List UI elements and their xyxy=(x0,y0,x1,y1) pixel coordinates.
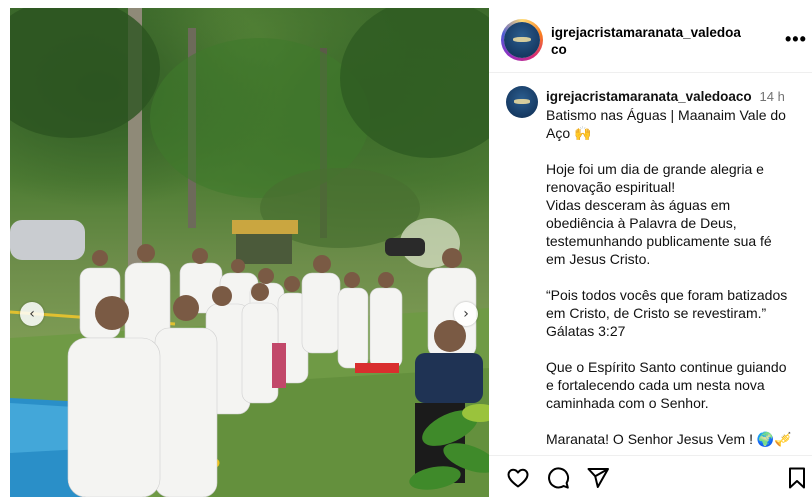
post-header: igrejacristamaranata_valedoa co ••• xyxy=(489,8,812,73)
caption-line: Hoje foi um dia de grande alegria e xyxy=(546,161,764,177)
caption-line: em Cristo, de Cristo se revestiram.” xyxy=(546,305,767,321)
caption-line: Maranata! O Senhor Jesus Vem ! 🌍🎺 xyxy=(546,431,792,447)
like-button[interactable] xyxy=(506,466,530,490)
caption-paragraph: “Pois todos vocês que foram batizados em… xyxy=(546,286,804,340)
caption-line: Batismo nas Águas | Maanaim Vale do xyxy=(546,107,786,123)
caption-area: igrejacristamaranata_valedoaco 14 h Bati… xyxy=(489,74,812,454)
caption-avatar[interactable] xyxy=(506,86,538,118)
caption-text: Batismo nas Águas | Maanaim Vale do Aço … xyxy=(546,106,804,448)
instagram-post-frame: ‹ › igrejacristamaranata_valedoa co ••• … xyxy=(0,0,812,497)
photo-scene xyxy=(10,8,489,497)
caption-line: em Jesus Cristo. xyxy=(546,251,651,267)
caption-line: caminhada com o Senhor. xyxy=(546,395,709,411)
caption-paragraph: Maranata! O Senhor Jesus Vem ! 🌍🎺 xyxy=(546,430,804,448)
action-bar xyxy=(489,455,812,497)
caption-paragraph: Que o Espírito Santo continue guiando e … xyxy=(546,358,804,412)
comment-button[interactable] xyxy=(546,466,570,490)
post-side-panel: igrejacristamaranata_valedoa co ••• igre… xyxy=(489,8,812,497)
caption-body: igrejacristamaranata_valedoaco 14 h Bati… xyxy=(546,87,804,454)
bookmark-icon xyxy=(789,467,805,489)
share-button[interactable] xyxy=(586,466,610,490)
header-username-line2: co xyxy=(551,42,567,57)
caption-line: obediência à Palavra de Deus, xyxy=(546,215,737,231)
caption-line: Aço 🙌 xyxy=(546,125,592,141)
caption-line: “Pois todos vocês que foram batizados xyxy=(546,287,788,303)
header-username[interactable]: igrejacristamaranata_valedoa co xyxy=(551,24,751,58)
avatar xyxy=(504,22,540,58)
caption-line: Que o Espírito Santo continue guiando xyxy=(546,359,787,375)
caption-line: e fortalecendo cada um nesta nova xyxy=(546,377,765,393)
caption-username[interactable]: igrejacristamaranata_valedoaco xyxy=(546,89,752,104)
caption-line: Gálatas 3:27 xyxy=(546,323,626,339)
post-time[interactable]: 14 h xyxy=(760,89,785,104)
caption-line: renovação espiritual! xyxy=(546,179,676,195)
header-username-line1: igrejacristamaranata_valedoa xyxy=(551,25,741,40)
more-options-button[interactable]: ••• xyxy=(785,29,807,49)
more-icon: ••• xyxy=(785,29,807,49)
post-photo[interactable]: ‹ › xyxy=(10,8,489,497)
caption-line: testemunhando publicamente sua fé xyxy=(546,233,772,249)
save-button[interactable] xyxy=(785,466,809,490)
caption-head: igrejacristamaranata_valedoaco 14 h xyxy=(546,87,804,106)
heart-icon xyxy=(507,468,529,488)
caption-paragraph: Hoje foi um dia de grande alegria e reno… xyxy=(546,160,804,268)
caption-line: Vidas desceram às águas em xyxy=(546,197,731,213)
previous-photo-button[interactable]: ‹ xyxy=(20,302,44,326)
chevron-right-icon: › xyxy=(463,306,469,322)
story-ring[interactable] xyxy=(501,19,543,61)
caption-paragraph: Batismo nas Águas | Maanaim Vale do Aço … xyxy=(546,106,804,142)
next-photo-button[interactable]: › xyxy=(454,302,478,326)
send-icon xyxy=(587,468,609,488)
comment-icon xyxy=(548,467,570,489)
chevron-left-icon: ‹ xyxy=(29,306,35,322)
